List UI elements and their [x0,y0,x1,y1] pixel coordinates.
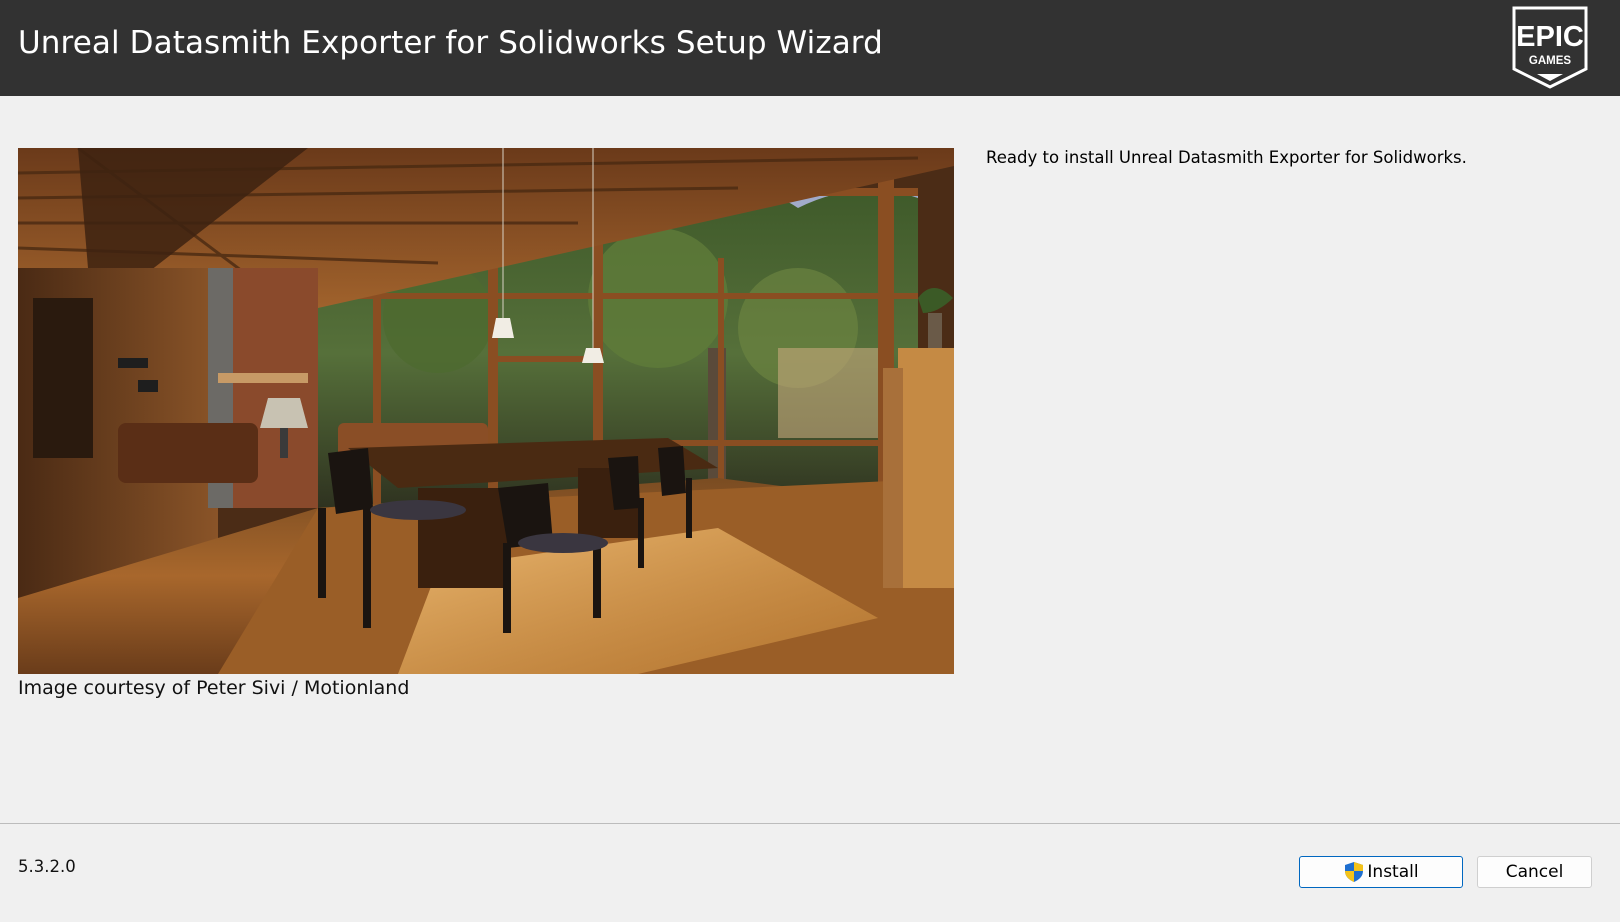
cancel-button[interactable]: Cancel [1477,856,1592,888]
version-label: 5.3.2.0 [18,857,76,876]
interior-render-image [18,148,954,674]
cancel-button-label: Cancel [1505,862,1564,882]
install-button[interactable]: Install [1299,856,1463,888]
hero-image [18,148,954,674]
ready-to-install-message: Ready to install Unreal Datasmith Export… [986,148,1467,167]
footer-divider [0,823,1620,824]
epic-games-logo: EPIC GAMES [1510,5,1590,89]
title-bar: Unreal Datasmith Exporter for Solidworks… [0,0,1620,96]
wizard-title: Unreal Datasmith Exporter for Solidworks… [18,25,883,61]
logo-text-games: GAMES [1529,55,1572,67]
logo-text-epic: EPIC [1516,21,1584,53]
install-button-label: Install [1367,862,1419,882]
uac-shield-icon [1343,861,1365,883]
image-credit: Image courtesy of Peter Sivi / Motionlan… [18,677,410,699]
